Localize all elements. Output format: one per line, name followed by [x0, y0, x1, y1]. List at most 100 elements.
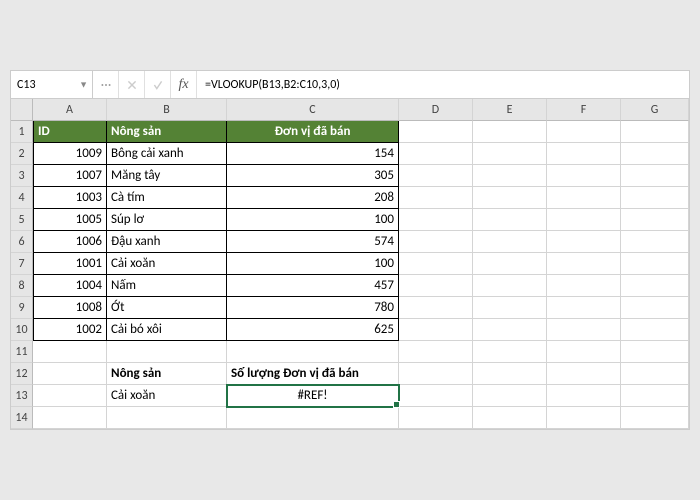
- row-header[interactable]: 5: [11, 209, 33, 231]
- cell[interactable]: [547, 253, 621, 275]
- cell[interactable]: 1002: [33, 319, 107, 341]
- column-header[interactable]: B: [107, 99, 227, 121]
- cell[interactable]: Đậu xanh: [107, 231, 227, 253]
- cell[interactable]: [107, 407, 227, 429]
- cell-lookup-label[interactable]: Nông sản: [107, 363, 227, 385]
- cell[interactable]: [621, 209, 689, 231]
- cell[interactable]: 1007: [33, 165, 107, 187]
- cell-selected-C13[interactable]: #REF!: [227, 385, 399, 407]
- cell[interactable]: [399, 297, 473, 319]
- cell[interactable]: 457: [227, 275, 399, 297]
- row-header[interactable]: 4: [11, 187, 33, 209]
- cell[interactable]: [107, 341, 227, 363]
- cell[interactable]: Cải xoăn: [107, 253, 227, 275]
- cell[interactable]: [621, 363, 689, 385]
- cell[interactable]: [473, 209, 547, 231]
- cell[interactable]: [473, 341, 547, 363]
- cell[interactable]: 1006: [33, 231, 107, 253]
- cell[interactable]: [621, 143, 689, 165]
- cell[interactable]: [399, 143, 473, 165]
- cell[interactable]: [547, 341, 621, 363]
- cell[interactable]: [399, 341, 473, 363]
- row-header[interactable]: 8: [11, 275, 33, 297]
- cell[interactable]: 625: [227, 319, 399, 341]
- chevron-down-icon[interactable]: ▼: [79, 79, 88, 90]
- cell[interactable]: 100: [227, 209, 399, 231]
- cell[interactable]: [473, 297, 547, 319]
- cell[interactable]: [399, 231, 473, 253]
- cell-lookup-label[interactable]: Số lượng Đơn vị đã bán: [227, 363, 399, 385]
- cell[interactable]: [227, 407, 399, 429]
- cell[interactable]: 1004: [33, 275, 107, 297]
- cell[interactable]: [473, 121, 547, 143]
- cell[interactable]: [547, 187, 621, 209]
- column-header[interactable]: F: [547, 99, 621, 121]
- enter-icon[interactable]: [145, 71, 171, 98]
- cell[interactable]: [547, 319, 621, 341]
- cell[interactable]: [621, 231, 689, 253]
- cell[interactable]: [621, 319, 689, 341]
- cancel-icon[interactable]: [119, 71, 145, 98]
- cell[interactable]: [547, 143, 621, 165]
- expand-icon[interactable]: [93, 71, 119, 98]
- cell-header-units[interactable]: Đơn vị đã bán: [227, 121, 399, 143]
- row-header[interactable]: 1: [11, 121, 33, 143]
- cell[interactable]: [473, 407, 547, 429]
- cell[interactable]: [399, 319, 473, 341]
- cell[interactable]: [547, 165, 621, 187]
- cell[interactable]: 574: [227, 231, 399, 253]
- row-header[interactable]: 12: [11, 363, 33, 385]
- fx-icon[interactable]: fx: [171, 71, 197, 98]
- cell[interactable]: Cà tím: [107, 187, 227, 209]
- row-header[interactable]: 7: [11, 253, 33, 275]
- cell[interactable]: 100: [227, 253, 399, 275]
- cell[interactable]: [399, 275, 473, 297]
- cell[interactable]: 1005: [33, 209, 107, 231]
- row-header[interactable]: 13: [11, 385, 33, 407]
- cell[interactable]: [621, 165, 689, 187]
- cell[interactable]: [547, 385, 621, 407]
- cell[interactable]: [621, 275, 689, 297]
- row-header[interactable]: 10: [11, 319, 33, 341]
- cell[interactable]: [473, 143, 547, 165]
- cell[interactable]: [547, 407, 621, 429]
- row-header[interactable]: 9: [11, 297, 33, 319]
- cell[interactable]: [399, 121, 473, 143]
- row-header[interactable]: 6: [11, 231, 33, 253]
- cell[interactable]: [399, 187, 473, 209]
- cell[interactable]: [621, 341, 689, 363]
- cell-header-id[interactable]: ID: [33, 121, 107, 143]
- cell[interactable]: [547, 121, 621, 143]
- cell[interactable]: [547, 231, 621, 253]
- cell[interactable]: Nấm: [107, 275, 227, 297]
- cell[interactable]: Măng tây: [107, 165, 227, 187]
- cell[interactable]: [473, 363, 547, 385]
- cell[interactable]: [399, 407, 473, 429]
- column-header[interactable]: E: [473, 99, 547, 121]
- cell[interactable]: [33, 407, 107, 429]
- row-header[interactable]: 14: [11, 407, 33, 429]
- cell[interactable]: [621, 385, 689, 407]
- row-header[interactable]: 2: [11, 143, 33, 165]
- cell[interactable]: 305: [227, 165, 399, 187]
- cell[interactable]: Cải bó xôi: [107, 319, 227, 341]
- cell[interactable]: 1009: [33, 143, 107, 165]
- cell[interactable]: 1003: [33, 187, 107, 209]
- cell[interactable]: [621, 121, 689, 143]
- name-box[interactable]: C13 ▼: [11, 71, 93, 98]
- column-header[interactable]: D: [399, 99, 473, 121]
- row-header[interactable]: 3: [11, 165, 33, 187]
- cell[interactable]: [399, 253, 473, 275]
- row-header[interactable]: 11: [11, 341, 33, 363]
- cell[interactable]: [473, 187, 547, 209]
- cell[interactable]: [621, 253, 689, 275]
- cell[interactable]: 208: [227, 187, 399, 209]
- cell[interactable]: [473, 385, 547, 407]
- cell[interactable]: Súp lơ: [107, 209, 227, 231]
- cell[interactable]: 154: [227, 143, 399, 165]
- cell[interactable]: 1001: [33, 253, 107, 275]
- cell[interactable]: [473, 319, 547, 341]
- cell[interactable]: [473, 253, 547, 275]
- cell[interactable]: [473, 165, 547, 187]
- formula-input[interactable]: =VLOOKUP(B13,B2:C10,3,0): [197, 71, 689, 98]
